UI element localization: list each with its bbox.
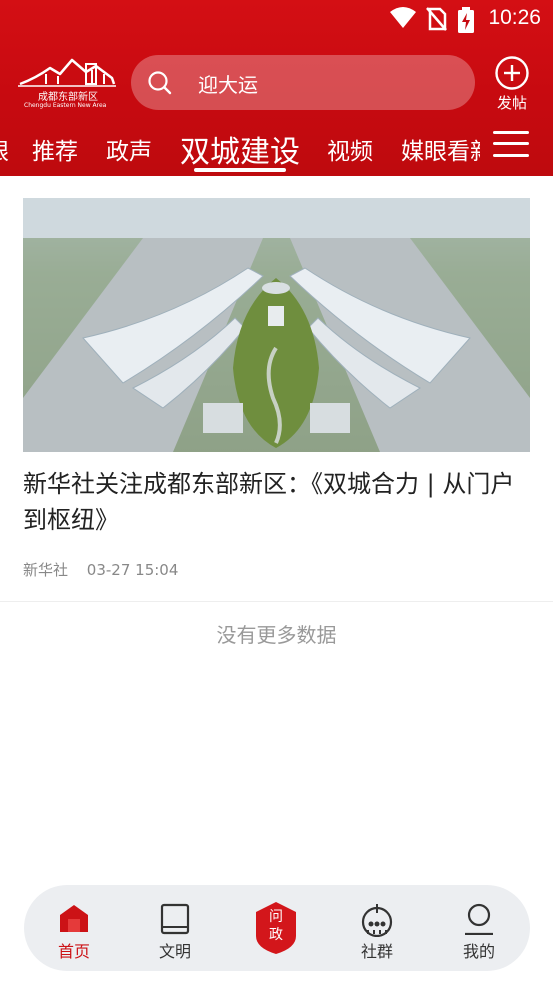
list-divider: [0, 601, 553, 602]
battery-charging-icon: [458, 7, 474, 33]
no-sim-icon: [426, 7, 447, 31]
tab-partial-left[interactable]: 眼: [0, 132, 9, 166]
article-source: 新华社: [23, 561, 69, 579]
tab-video[interactable]: 视频: [327, 132, 373, 166]
channel-tabs: 眼 推荐 政声 双城建设 视频 媒眼看新: [0, 124, 480, 174]
nav-civilization[interactable]: 文明: [125, 885, 225, 971]
nav-civilization-label: 文明: [158, 942, 191, 961]
community-icon: [361, 904, 393, 937]
home-icon: [60, 905, 88, 932]
nav-community-label: 社群: [360, 942, 393, 961]
article-meta: 新华社 03-27 15:04: [23, 559, 192, 580]
status-bar: 10:26: [0, 0, 553, 40]
search-icon: [148, 71, 172, 95]
hamburger-menu-icon[interactable]: [493, 129, 529, 159]
nav-inquiry-label: 问政: [269, 909, 283, 943]
news-list-item[interactable]: 新华社关注成都东部新区：《双城合力 | 从门户到枢纽》 新华社 03-27 15…: [0, 176, 553, 601]
nav-home[interactable]: 首页: [24, 885, 124, 971]
logo-title: 成都东部新区: [38, 92, 98, 103]
wifi-icon: [390, 7, 416, 28]
brand-logo[interactable]: 成都东部新区 Chengdu Eastern New Area: [16, 54, 118, 112]
article-time: 03-27 15:04: [86, 561, 179, 579]
nav-mine-label: 我的: [462, 942, 495, 961]
nav-mine[interactable]: 我的: [429, 885, 529, 971]
nav-home-label: 首页: [57, 942, 90, 961]
aerial-airport-photo: [23, 198, 530, 452]
nav-inquiry[interactable]: 问政: [254, 900, 298, 956]
logo-subtitle: Chengdu Eastern New Area: [24, 102, 107, 109]
nav-community[interactable]: 社群: [327, 885, 427, 971]
plus-circle-icon: [495, 56, 529, 90]
tab-recommend[interactable]: 推荐: [32, 132, 78, 166]
tab-politics[interactable]: 政声: [106, 132, 152, 166]
status-time: 10:26: [488, 6, 541, 29]
user-icon: [465, 903, 493, 935]
search-bar[interactable]: 迎大运: [131, 55, 475, 110]
search-hint-text: 迎大运: [198, 73, 258, 97]
article-cover-image[interactable]: [23, 198, 530, 452]
article-title[interactable]: 新华社关注成都东部新区：《双城合力 | 从门户到枢纽》: [23, 466, 530, 538]
post-button[interactable]: 发帖: [492, 55, 532, 113]
tab-media-view[interactable]: 媒眼看新: [401, 132, 480, 166]
app-header: 10:26 成都东部新区 Chengdu Eastern New Area 迎大…: [0, 0, 553, 176]
tab-twin-city-construction[interactable]: 双城建设: [180, 127, 300, 171]
book-icon: [160, 903, 190, 935]
post-button-label: 发帖: [496, 94, 527, 112]
active-tab-indicator: [194, 168, 286, 172]
bottom-navigation: 首页 文明 问政 社群 我的: [24, 885, 530, 971]
list-end-message: 没有更多数据: [216, 623, 337, 647]
